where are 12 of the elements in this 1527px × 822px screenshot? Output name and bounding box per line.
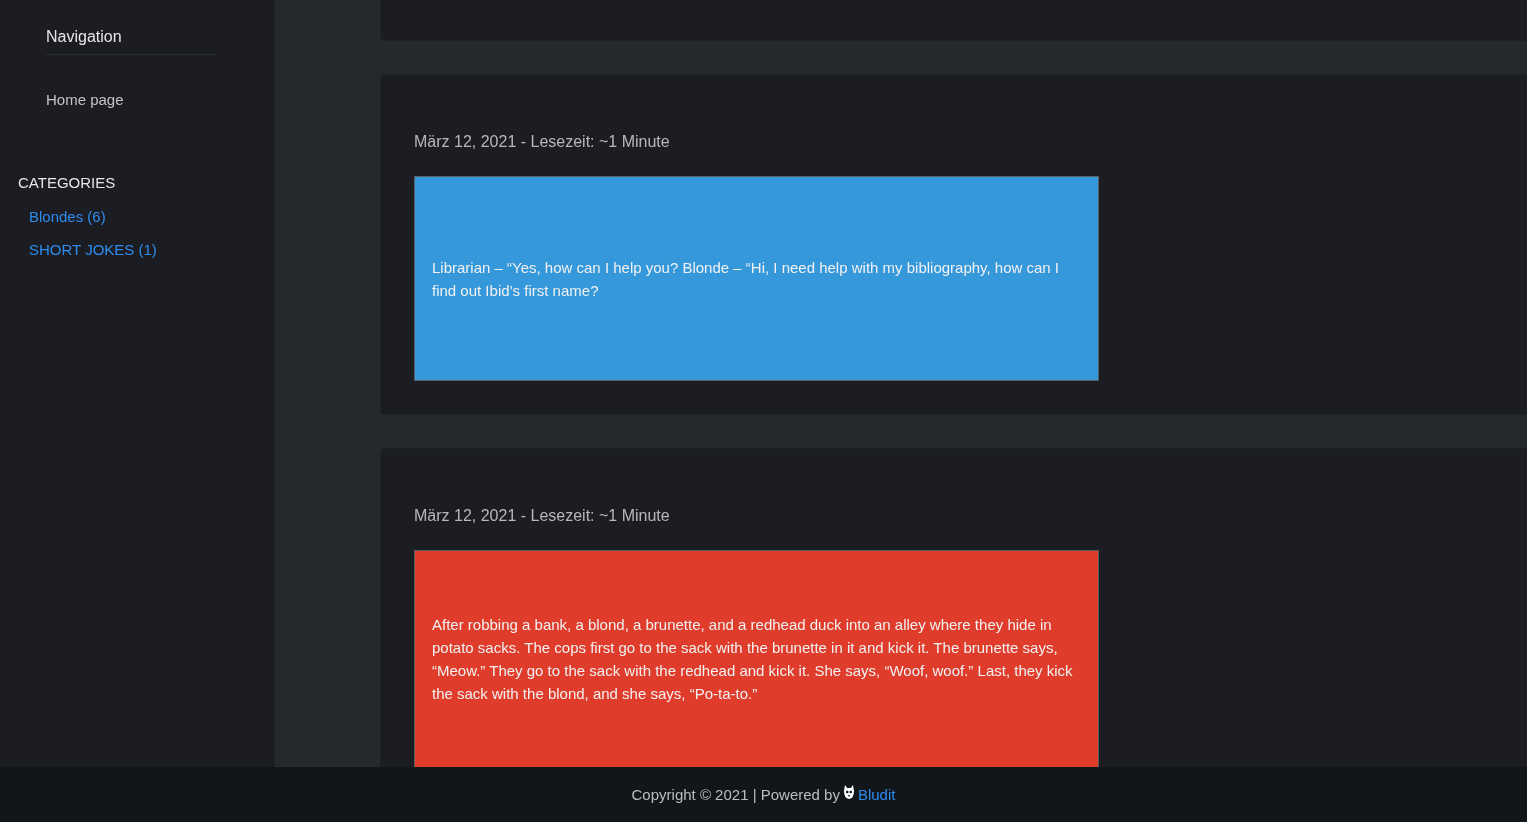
copyright-text: Copyright © 2021 | Powered by [631, 784, 840, 805]
sidebar-heading: CATEGORIES [18, 173, 116, 193]
post-date: März 12, 2021 - Lesezeit: ~1 Minute [414, 132, 671, 152]
animal-head-icon [843, 784, 854, 799]
nav-link[interactable]: Home page [46, 90, 124, 110]
footer-link[interactable]: Bludit [857, 784, 896, 805]
post-text: Librarian – “Yes, how can I help you? Blonde – “Hi, I need help with my bibliography, how can I find out Ibid’s first name? [432, 257, 1061, 301]
post-date: März 12, 2021 - Lesezeit: ~1 Minute [414, 506, 671, 526]
category-link[interactable]: Blondes (6) [29, 207, 106, 227]
category-link[interactable]: SHORT JOKES (1) [29, 240, 157, 260]
sidebar-heading: Navigation [46, 27, 216, 55]
post-text: After robbing a bank, a blond, a brunette, and a redhead duck into an alley where they hide in potato sacks. The cops first go to the sack with the brunette in it and kick it. The brunette says, “Meow.” They go to the sack with the redhead and kick it. She says, “Woof, woof.” Last, they kick the sack with the blond, and she says, “Po-ta-to.” [432, 615, 1074, 704]
